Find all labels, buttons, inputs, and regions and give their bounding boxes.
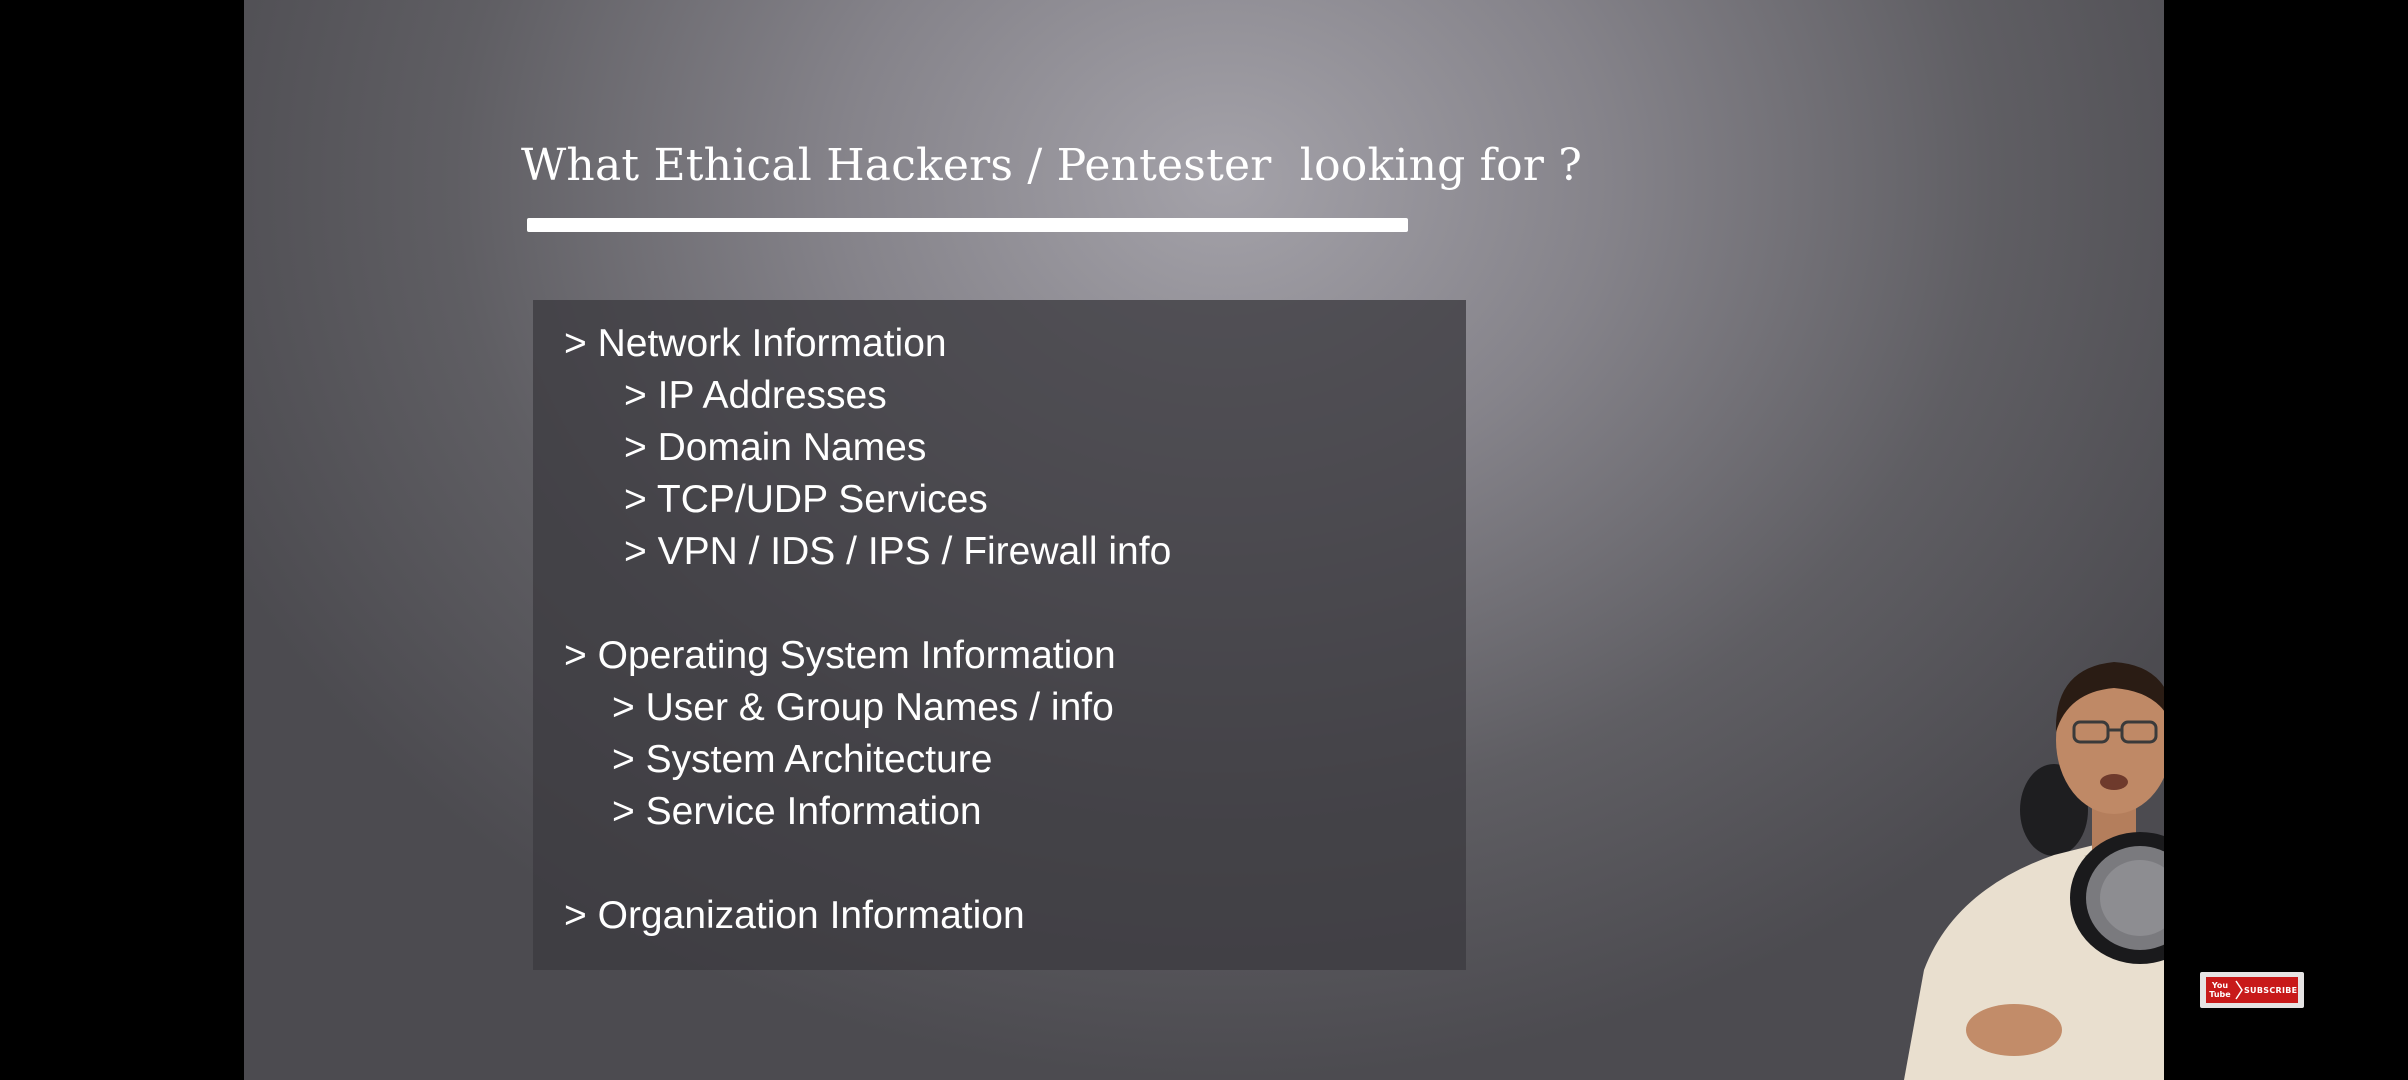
bullet-system-architecture: > System Architecture <box>612 738 993 781</box>
content-box: > Network Information > IP Addresses > D… <box>533 300 1466 970</box>
bullet-organization-information: > Organization Information <box>564 894 1025 937</box>
bullet-service-information: > Service Information <box>612 790 982 833</box>
bullet-tcp-udp-services: > TCP/UDP Services <box>624 478 988 521</box>
chevron-right-icon <box>2234 977 2244 1003</box>
presenter-with-microphone <box>1904 662 2164 1080</box>
title-underline <box>527 218 1408 232</box>
subscribe-inner: You Tube SUBSCRIBE <box>2206 977 2298 1003</box>
bullet-user-group-names: > User & Group Names / info <box>612 686 1114 729</box>
bullet-domain-names: > Domain Names <box>624 426 927 469</box>
video-frame: What Ethical Hackers / Pentester looking… <box>0 0 2408 1080</box>
presentation-slide: What Ethical Hackers / Pentester looking… <box>244 0 2164 1080</box>
slide-title: What Ethical Hackers / Pentester looking… <box>521 140 1583 191</box>
bullet-operating-system-information: > Operating System Information <box>564 634 1116 677</box>
subscribe-label: SUBSCRIBE <box>2244 985 2298 995</box>
youtube-logo-icon: You Tube <box>2209 981 2231 999</box>
bullet-ip-addresses: > IP Addresses <box>624 374 887 417</box>
subscribe-button[interactable]: You Tube SUBSCRIBE <box>2200 972 2304 1008</box>
bullet-vpn-ids-ips-firewall: > VPN / IDS / IPS / Firewall info <box>624 530 1172 573</box>
bullet-network-information: > Network Information <box>564 322 947 365</box>
